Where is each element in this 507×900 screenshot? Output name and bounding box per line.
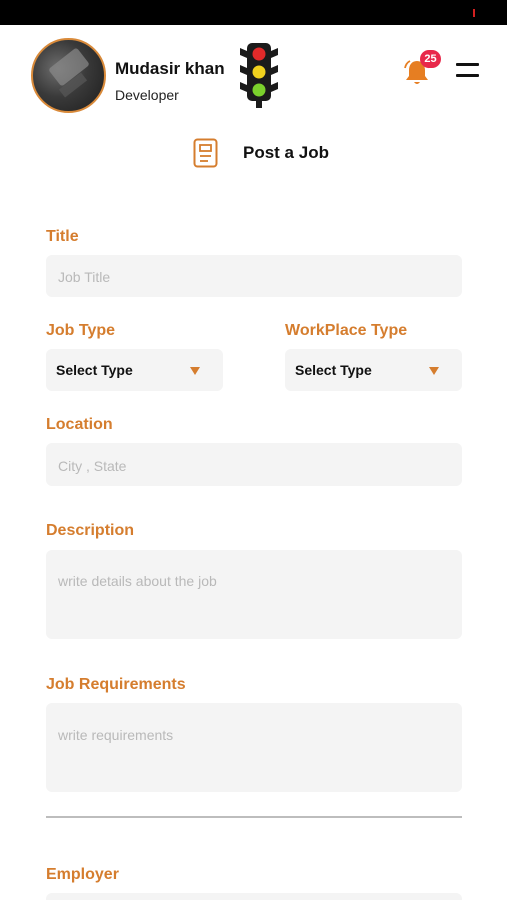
employer-input[interactable] bbox=[46, 893, 462, 900]
location-label: Location bbox=[46, 416, 113, 433]
notification-badge: 25 bbox=[420, 50, 441, 68]
job-type-label: Job Type bbox=[46, 322, 116, 339]
job-title-input[interactable]: Job Title bbox=[46, 255, 462, 297]
user-name: Mudasir khan bbox=[115, 59, 225, 78]
workplace-type-label: WorkPlace Type bbox=[285, 322, 408, 339]
caret-down-icon bbox=[429, 367, 439, 375]
user-role: Developer bbox=[115, 87, 179, 103]
section-divider bbox=[46, 816, 462, 818]
title-label: Title bbox=[46, 228, 79, 245]
menu-icon[interactable] bbox=[456, 63, 479, 79]
avatar[interactable] bbox=[31, 38, 106, 113]
job-title-placeholder: Job Title bbox=[58, 269, 111, 285]
requirements-placeholder: write requirements bbox=[58, 727, 174, 743]
employer-label: Employer bbox=[46, 866, 119, 883]
description-label: Description bbox=[46, 522, 135, 539]
job-type-value: Select Type bbox=[56, 362, 133, 378]
workplace-type-value: Select Type bbox=[295, 362, 372, 378]
caret-down-icon bbox=[190, 367, 200, 375]
description-placeholder: write details about the job bbox=[58, 573, 217, 589]
location-input[interactable]: City , State bbox=[46, 443, 462, 486]
status-bar bbox=[0, 0, 507, 25]
document-icon bbox=[193, 138, 218, 168]
requirements-label: Job Requirements bbox=[46, 676, 186, 693]
workplace-type-select[interactable]: Select Type bbox=[285, 349, 462, 391]
status-indicator bbox=[473, 9, 475, 17]
requirements-textarea[interactable]: write requirements bbox=[46, 703, 462, 792]
traffic-light-icon bbox=[240, 43, 278, 108]
description-textarea[interactable]: write details about the job bbox=[46, 550, 462, 639]
location-placeholder: City , State bbox=[58, 458, 127, 474]
page-title: Post a Job bbox=[243, 143, 329, 162]
job-type-select[interactable]: Select Type bbox=[46, 349, 223, 391]
